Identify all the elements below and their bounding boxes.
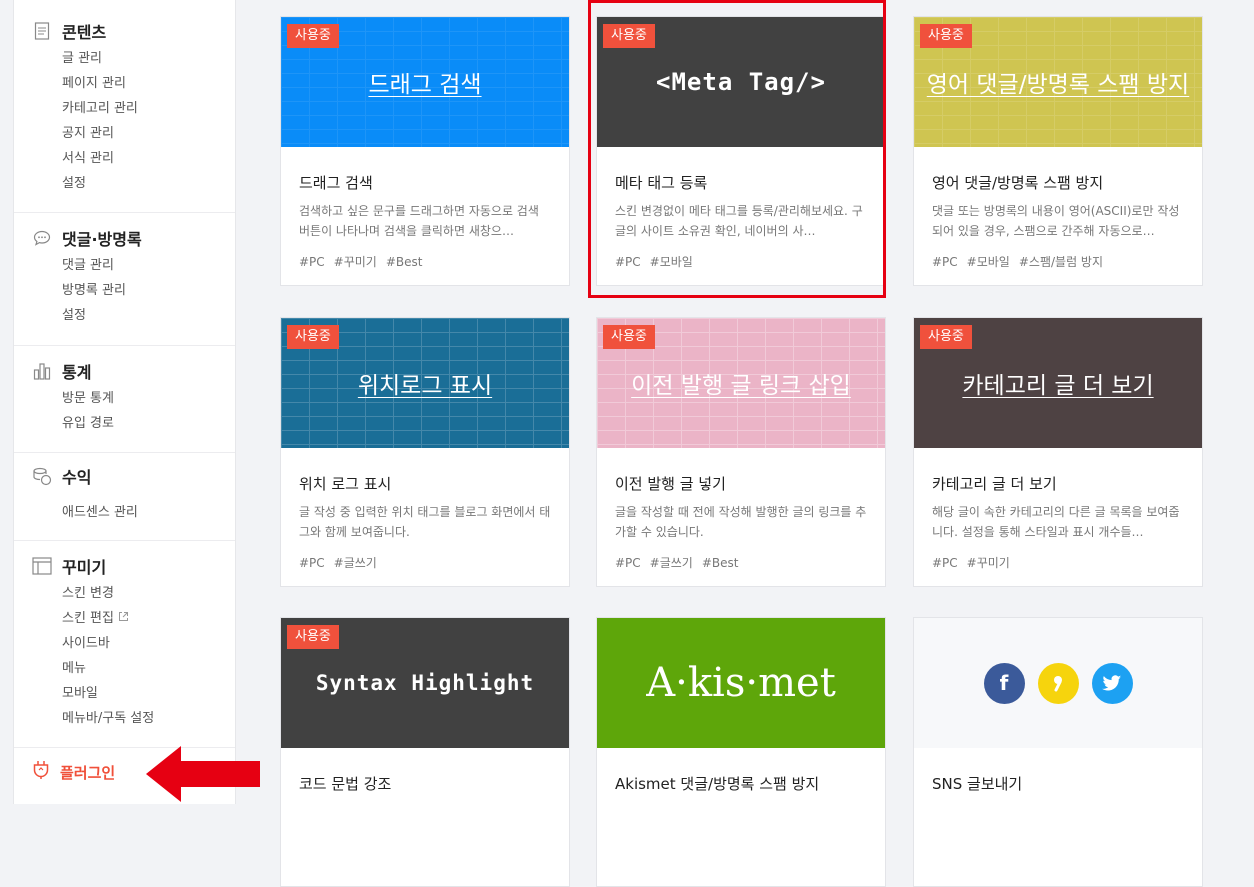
layout-icon (32, 556, 52, 576)
card-tags: #PC #글쓰기 (299, 554, 386, 571)
sidebar-item-category-manage[interactable]: 카테고리 관리 (62, 96, 138, 121)
sidebar-item-menubar-subscribe[interactable]: 메뉴바/구독 설정 (62, 706, 154, 731)
plugin-card-drag-search[interactable]: 드래그 검색 사용중 드래그 검색 검색하고 싶은 문구를 드래그하면 자동으로… (280, 16, 570, 286)
sidebar-section-stats: 통계 방문 통계 유입 경로 (14, 345, 235, 453)
twitter-icon (1091, 662, 1133, 704)
in-use-badge: 사용중 (287, 24, 339, 48)
annotation-highlight-box (588, 0, 886, 298)
sidebar-heading-content[interactable]: 콘텐츠 (32, 20, 106, 42)
in-use-badge: 사용중 (920, 24, 972, 48)
sns-icon-group: f (983, 662, 1133, 704)
plugin-card-sns-share[interactable]: f SNS 글보내기 (913, 617, 1203, 887)
sidebar-item-comment-manage[interactable]: 댓글 관리 (62, 253, 126, 278)
sidebar-item-notice-manage[interactable]: 공지 관리 (62, 121, 138, 146)
tag: #꾸미기 (966, 556, 1010, 570)
sidebar-section-content: 콘텐츠 글 관리 페이지 관리 카테고리 관리 공지 관리 서식 관리 설정 (14, 0, 235, 213)
card-title: 코드 문법 강조 (299, 775, 392, 793)
card-title: 드래그 검색 (299, 174, 373, 192)
card-banner: f (914, 618, 1202, 748)
card-tags: #PC #모바일 #스팸/블럼 방지 (932, 253, 1112, 270)
plugin-card-english-spam[interactable]: 영어 댓글/방명록 스팸 방지 사용중 영어 댓글/방명록 스팸 방지 댓글 또… (913, 16, 1203, 286)
plugin-card-previous-post-link[interactable]: 이전 발행 글 링크 삽입 사용중 이전 발행 글 넣기 글을 작성할 때 전에… (596, 317, 886, 587)
speech-bubble-icon (32, 228, 52, 248)
tag: #꾸미기 (333, 255, 377, 269)
sidebar-heading-design[interactable]: 꾸미기 (32, 555, 106, 577)
plugin-card-syntax-highlight[interactable]: Syntax Highlight 사용중 코드 문법 강조 (280, 617, 570, 887)
sidebar-heading-stats[interactable]: 통계 (32, 360, 91, 382)
facebook-icon: f (983, 662, 1025, 704)
sidebar-section-comments: 댓글·방명록 댓글 관리 방명록 관리 설정 (14, 212, 235, 346)
sidebar: 콘텐츠 글 관리 페이지 관리 카테고리 관리 공지 관리 서식 관리 설정 댓… (13, 0, 236, 804)
sidebar-item-page-manage[interactable]: 페이지 관리 (62, 71, 138, 96)
tag: #글쓰기 (333, 556, 377, 570)
card-description: 글을 작성할 때 전에 작성해 발행한 글의 링크를 추가할 수 있습니다. (615, 505, 867, 539)
plug-icon (32, 760, 50, 784)
tag: #PC (299, 255, 325, 269)
card-description: 댓글 또는 방명록의 내용이 영어(ASCII)로만 작성되어 있을 경우, 스… (932, 204, 1180, 238)
sidebar-heading-comments[interactable]: 댓글·방명록 (32, 227, 142, 249)
card-banner: A·kis·met (597, 618, 885, 748)
sidebar-item-visit-stats[interactable]: 방문 통계 (62, 386, 114, 411)
tag: #PC (932, 255, 958, 269)
sidebar-item-post-manage[interactable]: 글 관리 (62, 46, 138, 71)
tag: #글쓰기 (649, 556, 693, 570)
card-title: 위치 로그 표시 (299, 475, 392, 493)
annotation-arrow-icon (146, 745, 262, 807)
sidebar-item-referrer[interactable]: 유입 경로 (62, 411, 114, 436)
tag: #Best (385, 255, 423, 269)
sidebar-item-skin-change[interactable]: 스킨 변경 (62, 581, 154, 606)
sidebar-section-revenue: 수익 애드센스 관리 (14, 452, 235, 541)
tag: #스팸/블럼 방지 (1018, 255, 1104, 269)
card-tags: #PC #글쓰기 #Best (615, 554, 748, 571)
plugin-card-location-log[interactable]: 위치로그 표시 사용중 위치 로그 표시 글 작성 중 입력한 위치 태그를 블… (280, 317, 570, 587)
sidebar-item-adsense[interactable]: 애드센스 관리 (62, 500, 138, 525)
sidebar-item-skin-edit[interactable]: 스킨 편집 (62, 606, 154, 631)
sidebar-item-plugin[interactable]: 플러그인 (32, 760, 115, 784)
sidebar-item-guestbook-manage[interactable]: 방명록 관리 (62, 278, 126, 303)
card-description: 해당 글이 속한 카테고리의 다른 글 목록을 보여줍니다. 설정을 통해 스타… (932, 505, 1180, 539)
tag: #Best (701, 556, 739, 570)
tag: #PC (615, 556, 641, 570)
card-title: SNS 글보내기 (932, 775, 1023, 793)
sidebar-item-template-manage[interactable]: 서식 관리 (62, 146, 138, 171)
tag: #PC (299, 556, 325, 570)
sidebar-heading-revenue[interactable]: 수익 (32, 465, 91, 487)
card-title: Akismet 댓글/방명록 스팸 방지 (615, 775, 820, 793)
plugin-card-category-more[interactable]: 카테고리 글 더 보기 사용중 카테고리 글 더 보기 해당 글이 속한 카테고… (913, 317, 1203, 587)
coins-icon (32, 466, 52, 486)
sidebar-section-design: 꾸미기 스킨 변경 스킨 편집 사이드바 메뉴 모바일 메뉴바/구독 설정 (14, 540, 235, 748)
in-use-badge: 사용중 (287, 625, 339, 649)
card-title: 카테고리 글 더 보기 (932, 475, 1057, 493)
card-tags: #PC #꾸미기 #Best (299, 253, 432, 270)
tag: #PC (932, 556, 958, 570)
in-use-badge: 사용중 (287, 325, 339, 349)
kakao-story-icon (1037, 662, 1079, 704)
plugin-card-akismet[interactable]: A·kis·met Akismet 댓글/방명록 스팸 방지 (596, 617, 886, 887)
sidebar-item-mobile[interactable]: 모바일 (62, 681, 154, 706)
card-description: 글 작성 중 입력한 위치 태그를 블로그 화면에서 태그와 함께 보여줍니다. (299, 505, 551, 539)
in-use-badge: 사용중 (920, 325, 972, 349)
sidebar-item-sidebar[interactable]: 사이드바 (62, 631, 154, 656)
sidebar-item-content-settings[interactable]: 설정 (62, 171, 138, 196)
tag: #모바일 (966, 255, 1010, 269)
card-description: 검색하고 싶은 문구를 드래그하면 자동으로 검색 버튼이 나타나며 검색을 클… (299, 204, 539, 238)
sidebar-item-menu[interactable]: 메뉴 (62, 656, 154, 681)
in-use-badge: 사용중 (603, 325, 655, 349)
document-icon (32, 21, 52, 41)
external-link-icon (118, 606, 129, 631)
card-tags: #PC #꾸미기 (932, 554, 1019, 571)
sidebar-item-comment-settings[interactable]: 설정 (62, 303, 126, 328)
card-title: 이전 발행 글 넣기 (615, 475, 726, 493)
bar-chart-icon (32, 361, 52, 381)
card-title: 영어 댓글/방명록 스팸 방지 (932, 174, 1104, 192)
